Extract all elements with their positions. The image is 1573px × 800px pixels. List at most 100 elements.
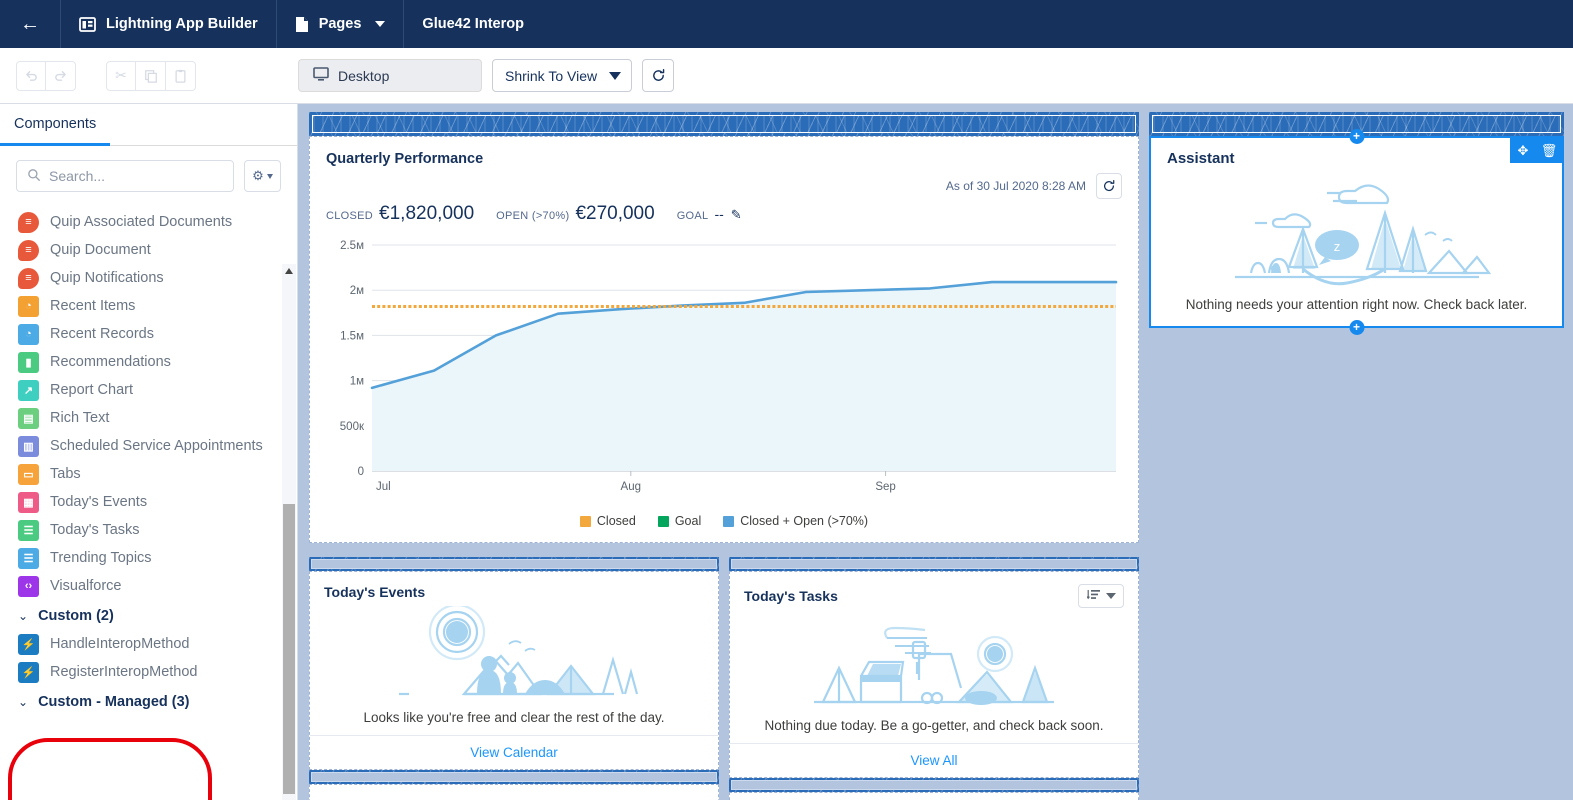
component-label: Recommendations: [50, 354, 171, 370]
tab-components[interactable]: Components: [0, 104, 111, 146]
lightning-bolt-icon: ⚡: [18, 633, 39, 655]
sidebar-scrollbar[interactable]: [282, 264, 296, 800]
move-icon[interactable]: ✥: [1510, 138, 1536, 163]
camping-sleep-illustration: z: [1151, 167, 1562, 293]
component-list-item[interactable]: ▥ Scheduled Service Appointments: [0, 432, 297, 460]
component-list-item[interactable]: ☰ Today's Tasks: [0, 516, 297, 544]
chevron-down-icon: [1105, 593, 1116, 599]
scrollbar-thumb[interactable]: [283, 504, 295, 794]
component-list-item[interactable]: ≡ Quip Notifications: [0, 264, 297, 292]
quarterly-metrics: CLOSED €1,820,000 OPEN (>70%) €270,000 GOAL -…: [326, 203, 1122, 225]
clipboard-group: ✂: [106, 60, 196, 91]
scissors-icon[interactable]: ✂: [106, 60, 136, 91]
component-list-item[interactable]: ≡ Quip Document: [0, 236, 297, 264]
list-icon: ☰: [18, 547, 39, 569]
component-list-item[interactable]: ≡ Quip Associated Documents: [0, 208, 297, 236]
as-of-text: As of 30 Jul 2020 8:28 AM: [945, 179, 1086, 193]
tasks-sort-button[interactable]: [1078, 584, 1124, 608]
component-label: Tabs: [50, 466, 81, 482]
component-list-item[interactable]: ▭ Tabs: [0, 460, 297, 488]
metric-value: €1,820,000: [379, 203, 475, 224]
chevron-down-icon: ⌄: [18, 609, 29, 623]
redo-button[interactable]: [46, 60, 76, 91]
view-calendar-link[interactable]: View Calendar: [310, 735, 718, 769]
assistant-card[interactable]: ✥ 🗑 Assistant z Nothing needs your atten…: [1149, 136, 1564, 328]
pages-menu[interactable]: Pages: [277, 0, 405, 48]
chart-refresh-button[interactable]: [1096, 173, 1122, 199]
component-list-item[interactable]: ▦ Today's Events: [0, 488, 297, 516]
y-axis-tick-label: 1.5м: [340, 330, 364, 342]
refresh-preview-button[interactable]: [642, 59, 674, 92]
component-list-item[interactable]: ▮ Recommendations: [0, 348, 297, 376]
quarterly-performance-card[interactable]: Quarterly Performance As of 30 Jul 2020 …: [309, 136, 1139, 543]
metric-label: GOAL: [676, 210, 709, 222]
component-label: Quip Notifications: [50, 270, 164, 286]
zoom-select[interactable]: Shrink To View: [492, 59, 632, 92]
copy-icon[interactable]: [136, 60, 166, 91]
component-list-item[interactable]: ⚡ RegisterInteropMethod: [0, 658, 297, 686]
todays-tasks-card[interactable]: Today's Tasks Nothing due today. Be a go…: [729, 571, 1139, 778]
region-divider: [311, 772, 717, 782]
arrow-left-icon: ←: [20, 12, 40, 35]
view-all-link[interactable]: View All: [730, 743, 1138, 777]
tasks-icon: ☰: [18, 519, 39, 541]
metric-closed: CLOSED €1,820,000: [326, 203, 474, 225]
metric-open: OPEN (>70%) €270,000: [496, 203, 655, 225]
key-deals-header: Key Deals - Recent Opportunities: [730, 793, 1138, 800]
back-button[interactable]: ←: [0, 0, 61, 48]
sidebar-settings-button[interactable]: ⚙: [244, 160, 281, 192]
component-list-item[interactable]: ‹› Visualforce: [0, 572, 297, 600]
view-controls: Desktop Shrink To View: [298, 59, 674, 92]
events-calendar-icon: ▦: [18, 491, 39, 513]
page-icon: [295, 16, 309, 33]
todays-tasks-message: Nothing due today. Be a go-getter, and c…: [764, 718, 1104, 733]
legend-item[interactable]: Closed: [579, 514, 636, 528]
component-list-item[interactable]: ▤ Rich Text: [0, 404, 297, 432]
recent-records-card[interactable]: Recent Records: [309, 784, 719, 800]
clipboard-icon[interactable]: [166, 60, 196, 91]
chart-area-fill: [372, 282, 1116, 471]
add-component-above-button[interactable]: +: [1349, 129, 1364, 144]
device-desktop-button[interactable]: Desktop: [298, 59, 482, 92]
region-divider: [731, 559, 1137, 569]
component-label: Quip Associated Documents: [50, 214, 233, 230]
component-section-header[interactable]: ⌄ Custom (2): [0, 600, 297, 630]
device-label: Desktop: [338, 67, 390, 84]
component-label: RegisterInteropMethod: [50, 664, 198, 680]
chart-icon: ↗: [18, 379, 39, 401]
search-input[interactable]: Search...: [16, 160, 234, 192]
key-deals-card[interactable]: Key Deals - Recent Opportunities: [729, 792, 1139, 800]
x-axis-tick-label: Sep: [875, 481, 895, 493]
y-axis-tick-label: 0: [358, 466, 364, 478]
legend-swatch: [579, 515, 591, 527]
component-label: Recent Items: [50, 298, 136, 314]
component-list-item[interactable]: ◔ Recent Items: [0, 292, 297, 320]
undo-button[interactable]: [16, 60, 46, 91]
component-list-item[interactable]: ◔ Recent Records: [0, 320, 297, 348]
page-canvas: Quarterly Performance As of 30 Jul 2020 …: [298, 104, 1573, 800]
todays-events-card[interactable]: Today's Events Looks like you're free an…: [309, 571, 719, 770]
app-title: Lightning App Builder: [106, 16, 258, 32]
chart-legend: Closed Goal Closed + Open (>70%): [326, 514, 1122, 528]
scroll-up-arrow-icon[interactable]: [285, 268, 293, 274]
section-label: Custom - Managed (3): [38, 694, 190, 710]
component-list-item[interactable]: ↗ Report Chart: [0, 376, 297, 404]
pencil-icon[interactable]: ✎: [731, 207, 742, 223]
svg-text:z: z: [1333, 239, 1340, 254]
component-label: Trending Topics: [50, 550, 152, 566]
events-column: Today's Events Looks like you're free an…: [309, 557, 719, 800]
todays-events-header: Today's Events: [310, 572, 718, 600]
component-list-item[interactable]: ☰ Trending Topics: [0, 544, 297, 572]
tasks-column: Today's Tasks Nothing due today. Be a go…: [729, 557, 1139, 800]
component-list-item[interactable]: ⚡ HandleInteropMethod: [0, 630, 297, 658]
legend-item[interactable]: Goal: [657, 514, 701, 528]
add-component-below-button[interactable]: +: [1349, 320, 1364, 335]
todays-tasks-title: Today's Tasks: [744, 588, 838, 604]
y-axis-tick-label: 2м: [350, 285, 364, 297]
component-label: Visualforce: [50, 578, 122, 594]
chevron-down-icon: [266, 173, 273, 179]
key-deals-region-handle: [729, 778, 1139, 792]
component-section-header[interactable]: ⌄ Custom - Managed (3): [0, 686, 297, 716]
trash-icon[interactable]: 🗑: [1536, 138, 1562, 163]
legend-item[interactable]: Closed + Open (>70%): [723, 514, 868, 528]
